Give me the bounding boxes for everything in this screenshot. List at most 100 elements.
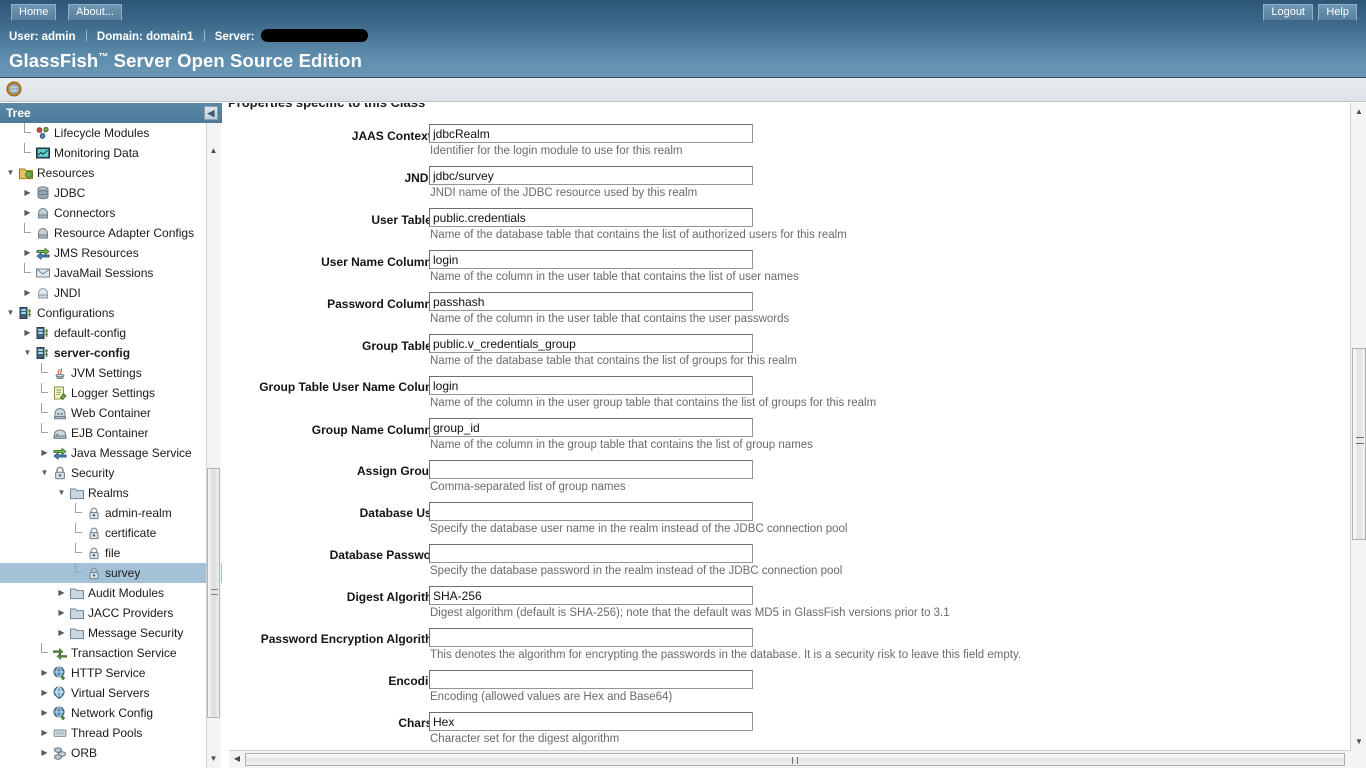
- tree-expand-toggle-closed[interactable]: ▶: [57, 583, 66, 603]
- tree-node-jacc-providers[interactable]: ▶ JACC Providers: [0, 603, 222, 623]
- tree-node-java-message-service[interactable]: ▶ Java Message Service: [0, 443, 222, 463]
- tree-node-server-config[interactable]: ▼ server-config: [0, 343, 222, 363]
- tree-expand-toggle-open[interactable]: ▼: [40, 463, 49, 483]
- tree-node-security[interactable]: ▼ Security: [0, 463, 222, 483]
- content-scroll-up-arrow[interactable]: ▲: [1352, 105, 1366, 119]
- tree-node-javamail-sessions[interactable]: JavaMail Sessions: [0, 263, 222, 283]
- input-password-column[interactable]: [429, 292, 753, 311]
- tree-node-survey[interactable]: survey: [0, 563, 222, 583]
- tree-node-jndi[interactable]: ▶ JNDI: [0, 283, 222, 303]
- tree-scroll-down-arrow[interactable]: ▼: [207, 753, 220, 766]
- input-user-name-column[interactable]: [429, 250, 753, 269]
- tree-expand-toggle-open[interactable]: ▼: [6, 163, 15, 183]
- tree-node-realms[interactable]: ▼ Realms: [0, 483, 222, 503]
- input-encoding[interactable]: [429, 670, 753, 689]
- label-assign-groups: Assign Groups:: [356, 464, 447, 478]
- tree-node-file[interactable]: file: [0, 543, 222, 563]
- logout-button[interactable]: Logout: [1263, 4, 1313, 21]
- config-icon: [35, 325, 51, 341]
- tree-expand-toggle-open[interactable]: ▼: [57, 483, 66, 503]
- input-database-user[interactable]: [429, 502, 753, 521]
- tree-expand-toggle-closed[interactable]: ▶: [23, 323, 32, 343]
- tree-expand-toggle-closed[interactable]: ▶: [23, 283, 32, 303]
- content-hscrollbar-thumb[interactable]: [245, 753, 1345, 766]
- home-tab[interactable]: Home: [11, 4, 57, 21]
- form-row-user-table: User Table:✻Name of the database table t…: [223, 201, 1343, 243]
- tree-node-network-config[interactable]: ▶ Network Config: [0, 703, 222, 723]
- tree-node-jms-resources[interactable]: ▶ JMS Resources: [0, 243, 222, 263]
- tree-no-toggle: [40, 643, 49, 663]
- help-password-column: Name of the column in the user table tha…: [430, 313, 790, 325]
- content-horizontal-scrollbar[interactable]: ◀ ▶: [229, 750, 1366, 768]
- realm-lock-icon: [86, 505, 102, 521]
- tree-expand-toggle-closed[interactable]: ▶: [40, 443, 49, 463]
- form-row-password-encryption-algorithm: Password Encryption Algorithm: This denot…: [223, 621, 1343, 663]
- tree-node-jdbc[interactable]: ▶ JDBC: [0, 183, 222, 203]
- tree-node-configurations[interactable]: ▼ Configurations: [0, 303, 222, 323]
- tree-expand-toggle-closed[interactable]: ▶: [40, 723, 49, 743]
- tree-node-monitoring-data[interactable]: Monitoring Data: [0, 143, 222, 163]
- tree-node-resources[interactable]: ▼ Resources: [0, 163, 222, 183]
- globe-icon[interactable]: [6, 81, 22, 97]
- content-scroll-left-arrow[interactable]: ◀: [230, 753, 244, 766]
- tree-title: Tree: [6, 106, 31, 120]
- tree-node-audit-modules[interactable]: ▶ Audit Modules: [0, 583, 222, 603]
- database-icon: [35, 185, 51, 201]
- tree-node-virtual-servers[interactable]: ▶ Virtual Servers: [0, 683, 222, 703]
- tree-node-orb[interactable]: ▶ ORB: [0, 743, 222, 763]
- tree-node-message-security[interactable]: ▶ Message Security: [0, 623, 222, 643]
- tree-node-transaction-service[interactable]: Transaction Service: [0, 643, 222, 663]
- input-jaas-context[interactable]: [429, 124, 753, 143]
- about-tab[interactable]: About...: [68, 4, 122, 21]
- tree-expand-toggle-closed[interactable]: ▶: [57, 603, 66, 623]
- input-group-name-column[interactable]: [429, 418, 753, 437]
- tree-expand-toggle-closed[interactable]: ▶: [40, 703, 49, 723]
- tree-node-label: ORB: [71, 746, 98, 760]
- input-group-table-user-name-column[interactable]: [429, 376, 753, 395]
- tree-node-logger-settings[interactable]: Logger Settings: [0, 383, 222, 403]
- content-scroll-down-arrow[interactable]: ▼: [1352, 735, 1366, 749]
- help-button[interactable]: Help: [1318, 4, 1357, 21]
- tree-expand-toggle-closed[interactable]: ▶: [40, 683, 49, 703]
- content-vertical-scrollbar[interactable]: ▲ ▼: [1350, 103, 1366, 751]
- tree-expand-toggle-closed[interactable]: ▶: [23, 243, 32, 263]
- tree-expand-toggle-closed[interactable]: ▶: [23, 203, 32, 223]
- tree-node-thread-pools[interactable]: ▶ Thread Pools: [0, 723, 222, 743]
- tree-expand-toggle-closed[interactable]: ▶: [40, 743, 49, 763]
- connector-icon: [35, 205, 51, 221]
- input-database-password[interactable]: [429, 544, 753, 563]
- tree-node-web-container[interactable]: Web Container: [0, 403, 222, 423]
- tree-scrollbar-thumb[interactable]: [207, 468, 220, 718]
- tree-expand-toggle-open[interactable]: ▼: [6, 303, 15, 323]
- input-jndi[interactable]: [429, 166, 753, 185]
- input-user-table[interactable]: [429, 208, 753, 227]
- tree-expand-toggle-closed[interactable]: ▶: [23, 183, 32, 203]
- label-group-name-column: Group Name Column:✻: [223, 421, 447, 438]
- help-group-table-user-name-column: Name of the column in the user group tab…: [430, 397, 877, 409]
- tree-node-resource-adapter-configs[interactable]: Resource Adapter Configs: [0, 223, 222, 243]
- input-charset[interactable]: [429, 712, 753, 731]
- form-row-digest-algorithm: Digest Algorithm: Digest algorithm (defau…: [223, 579, 1343, 621]
- tree-node-default-config[interactable]: ▶ default-config: [0, 323, 222, 343]
- info-divider-1: [85, 30, 87, 41]
- tree-node-connectors[interactable]: ▶ Connectors: [0, 203, 222, 223]
- tree-expand-toggle-closed[interactable]: ▶: [40, 663, 49, 683]
- form-row-encoding: Encoding: Encoding (allowed values are He…: [223, 663, 1343, 705]
- input-password-encryption-algorithm[interactable]: [429, 628, 753, 647]
- tree-expand-toggle-open[interactable]: ▼: [23, 343, 32, 363]
- content-vscrollbar-thumb[interactable]: [1352, 348, 1366, 540]
- tree-expand-toggle-closed[interactable]: ▶: [57, 623, 66, 643]
- tree-scroll-up-arrow[interactable]: ▲: [207, 145, 220, 158]
- tree-node-certificate[interactable]: certificate: [0, 523, 222, 543]
- tree-scrollbar[interactable]: ▲ ▼: [206, 123, 221, 768]
- tree-node-http-service[interactable]: ▶ HTTP Service: [0, 663, 222, 683]
- collapse-tree-button[interactable]: ◀: [204, 106, 218, 120]
- input-digest-algorithm[interactable]: [429, 586, 753, 605]
- tree-node-ejb-container[interactable]: EJB Container: [0, 423, 222, 443]
- tree-node-jvm-settings[interactable]: JVM Settings: [0, 363, 222, 383]
- input-group-table[interactable]: [429, 334, 753, 353]
- help-database-password: Specify the database password in the rea…: [430, 565, 843, 577]
- input-assign-groups[interactable]: [429, 460, 753, 479]
- tree-node-admin-realm[interactable]: admin-realm: [0, 503, 222, 523]
- tree-node-lifecycle-modules[interactable]: Lifecycle Modules: [0, 123, 222, 143]
